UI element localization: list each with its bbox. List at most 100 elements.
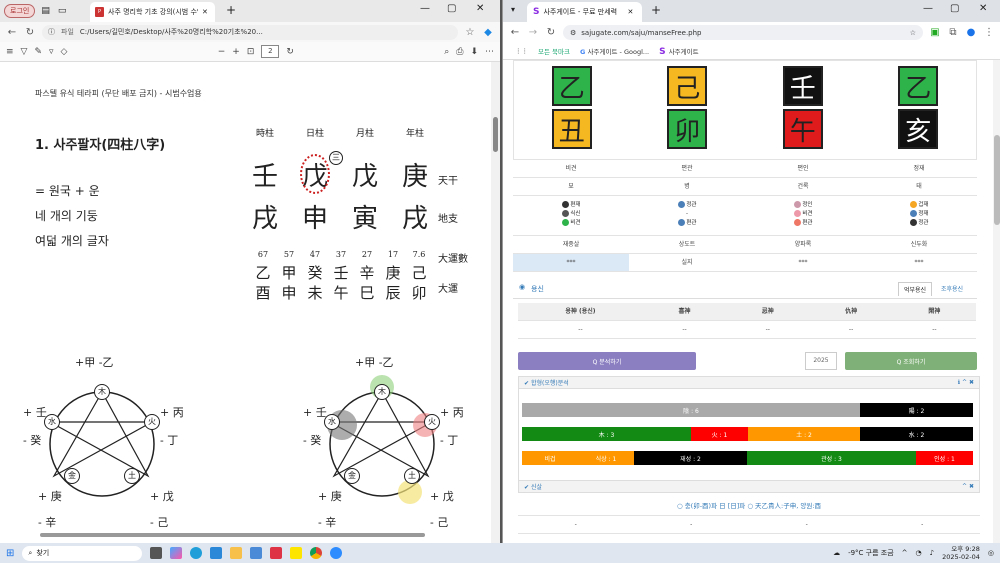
edge-url-field[interactable]: ⓘ 파일 C:/Users/길민호/Desktop/사주%20명리학%20기초%… (42, 24, 458, 40)
search-placeholder: 찾기 (36, 549, 50, 557)
rotate-icon[interactable]: ↻ (286, 47, 294, 57)
store-app-icon[interactable] (210, 547, 223, 559)
tab-actions-icon[interactable]: ▤ (41, 6, 50, 16)
lookup-button[interactable]: Q 조회하기 (845, 352, 977, 370)
edge-tab-pdf[interactable]: P 사주 명리학 기초 강의(시범 수업 ✕ (90, 2, 215, 22)
copilot-icon[interactable]: ◆ (482, 27, 494, 38)
bookmark-item[interactable]: 모든 북마크 (538, 46, 570, 56)
clock-time: 오후 9:28 (951, 545, 980, 553)
luck-age: 67 (257, 250, 269, 259)
yongsin-col: 喜神 (642, 303, 727, 321)
tab-eokbu[interactable]: 억부용신 (898, 282, 933, 296)
minimize-icon[interactable]: — (420, 3, 430, 14)
close-icon[interactable]: ✖ (969, 379, 974, 386)
start-icon[interactable]: ⊞ (6, 548, 14, 559)
save-icon[interactable]: ⬇ (470, 47, 478, 57)
bookmark-item[interactable]: G 사주게이트 - Googl... (580, 46, 649, 56)
explorer-app-icon[interactable] (230, 547, 243, 559)
collapse-icon[interactable]: ^ (962, 483, 967, 490)
chrome-app-icon[interactable] (310, 547, 323, 559)
page-number-input[interactable]: 2 (261, 45, 280, 58)
wuxing-label: + 丙 (440, 406, 464, 419)
zoom-in-icon[interactable]: + (232, 47, 240, 57)
forward-icon[interactable]: → (527, 27, 539, 38)
media-app-icon[interactable] (270, 547, 283, 559)
analyze-button[interactable]: Q 분석하기 (518, 352, 696, 370)
tray-chevron-icon[interactable]: ^ (902, 549, 908, 557)
refresh-icon[interactable]: ↻ (545, 27, 557, 38)
back-icon[interactable]: ← (509, 27, 521, 38)
puzzle-icon[interactable]: ⧉ (947, 27, 959, 38)
star-icon[interactable]: ☆ (910, 29, 916, 37)
yongsin-title: 용신 (531, 285, 544, 293)
edge-app-icon[interactable] (190, 547, 203, 559)
maximize-icon[interactable]: ▢ (447, 3, 456, 14)
apps-icon[interactable]: ⋮⋮ (515, 47, 528, 55)
close-icon[interactable]: ✕ (627, 8, 633, 16)
network-icon[interactable]: ◔ (916, 549, 922, 557)
window-close-icon[interactable]: ✕ (476, 3, 484, 14)
highlight-icon[interactable]: ✎ (34, 47, 42, 57)
window-close-icon[interactable]: ✕ (979, 3, 987, 14)
info-icon[interactable]: ℹ (958, 379, 960, 386)
tab-list-icon[interactable]: ▾ (511, 5, 515, 14)
pdf-vertical-scrollbar[interactable] (491, 62, 500, 543)
volume-icon[interactable]: ♪ (930, 549, 934, 557)
notification-icon[interactable]: ◎ (988, 549, 994, 557)
more-icon[interactable]: ⋯ (485, 47, 494, 57)
profile-icon[interactable]: ● (965, 27, 977, 38)
maximize-icon[interactable]: ▢ (950, 3, 959, 14)
check-icon: ✔ (524, 380, 531, 387)
scroll-thumb[interactable] (994, 135, 1000, 225)
luck-stem: 壬 (333, 264, 349, 282)
star-icon[interactable]: ☆ (464, 27, 476, 38)
weather-icon[interactable]: ☁ (833, 549, 840, 557)
pdf-horizontal-scrollbar[interactable] (40, 533, 425, 537)
task-view-icon[interactable] (150, 547, 163, 559)
copilot-app-icon[interactable] (170, 547, 183, 559)
chrome-url-field[interactable]: ⚙ sajugate.com/saju/manseFree.php ☆ (563, 25, 923, 40)
year-input[interactable]: 2025 (805, 352, 837, 370)
taskbar-search[interactable]: ⌕ 찾기 (22, 545, 143, 561)
luck-branch: 未 (307, 284, 323, 302)
branch-block: 午 (782, 109, 823, 149)
new-tab-icon[interactable]: + (651, 3, 661, 17)
clock[interactable]: 오후 9:28 2025-02-04 (942, 545, 980, 561)
kakao-app-icon[interactable] (290, 547, 303, 559)
erase-icon[interactable]: ◇ (61, 47, 68, 57)
weather-text[interactable]: -9°C 구름 조금 (848, 548, 894, 558)
hidden-stems-row: 편재 식신 비견 정관 - 편관 정인 비견 편관 겁재 정재 정관 (513, 198, 977, 236)
extension-icon[interactable]: ▣ (929, 27, 941, 38)
print-icon[interactable]: ⎙ (456, 47, 463, 57)
search-pdf-icon[interactable]: ⌕ (444, 47, 449, 57)
profile-button[interactable]: 로그인 (4, 4, 36, 18)
extra-cell[interactable]: *** (513, 254, 629, 272)
close-icon[interactable]: ✖ (969, 483, 974, 490)
kebab-menu-icon[interactable]: ⋮ (983, 27, 995, 38)
stem-char: 庚 (401, 162, 428, 192)
zoom-out-icon[interactable]: − (218, 47, 226, 57)
filter-icon[interactable]: ▽ (21, 47, 28, 57)
collapse-icon[interactable]: ^ (962, 379, 967, 386)
wuxing-node-fire: 火 (144, 414, 160, 430)
close-icon[interactable]: ✕ (202, 8, 208, 16)
file-label: 파일 (61, 28, 74, 36)
chrome-tab-sajugate[interactable]: S 사주게이트 - 무료 만세력 ✕ (527, 2, 642, 22)
back-icon[interactable]: ← (6, 27, 18, 38)
scroll-thumb[interactable] (493, 117, 498, 152)
menu-icon[interactable]: ≡ (6, 47, 14, 57)
fit-page-icon[interactable]: ⊡ (247, 47, 255, 57)
shinsal-panel-header: ✔ 신살 ^ ✖ (518, 480, 980, 493)
mail-app-icon[interactable] (250, 547, 263, 559)
chrome-vertical-scrollbar[interactable] (993, 60, 1000, 543)
pdf-line-3: 여덟 개의 글자 (35, 234, 109, 248)
stage-cell: 묘 (513, 178, 629, 196)
minimize-icon[interactable]: — (923, 3, 933, 14)
tab-johu[interactable]: 조후용신 (941, 284, 963, 293)
zoom-app-icon[interactable] (330, 547, 343, 559)
new-tab-icon[interactable]: + (226, 3, 236, 17)
refresh-icon[interactable]: ↻ (24, 27, 36, 38)
draw-icon[interactable]: ▿ (49, 47, 54, 57)
bookmark-item[interactable]: S 사주게이트 (659, 46, 699, 57)
workspaces-icon[interactable]: ▭ (58, 6, 67, 16)
